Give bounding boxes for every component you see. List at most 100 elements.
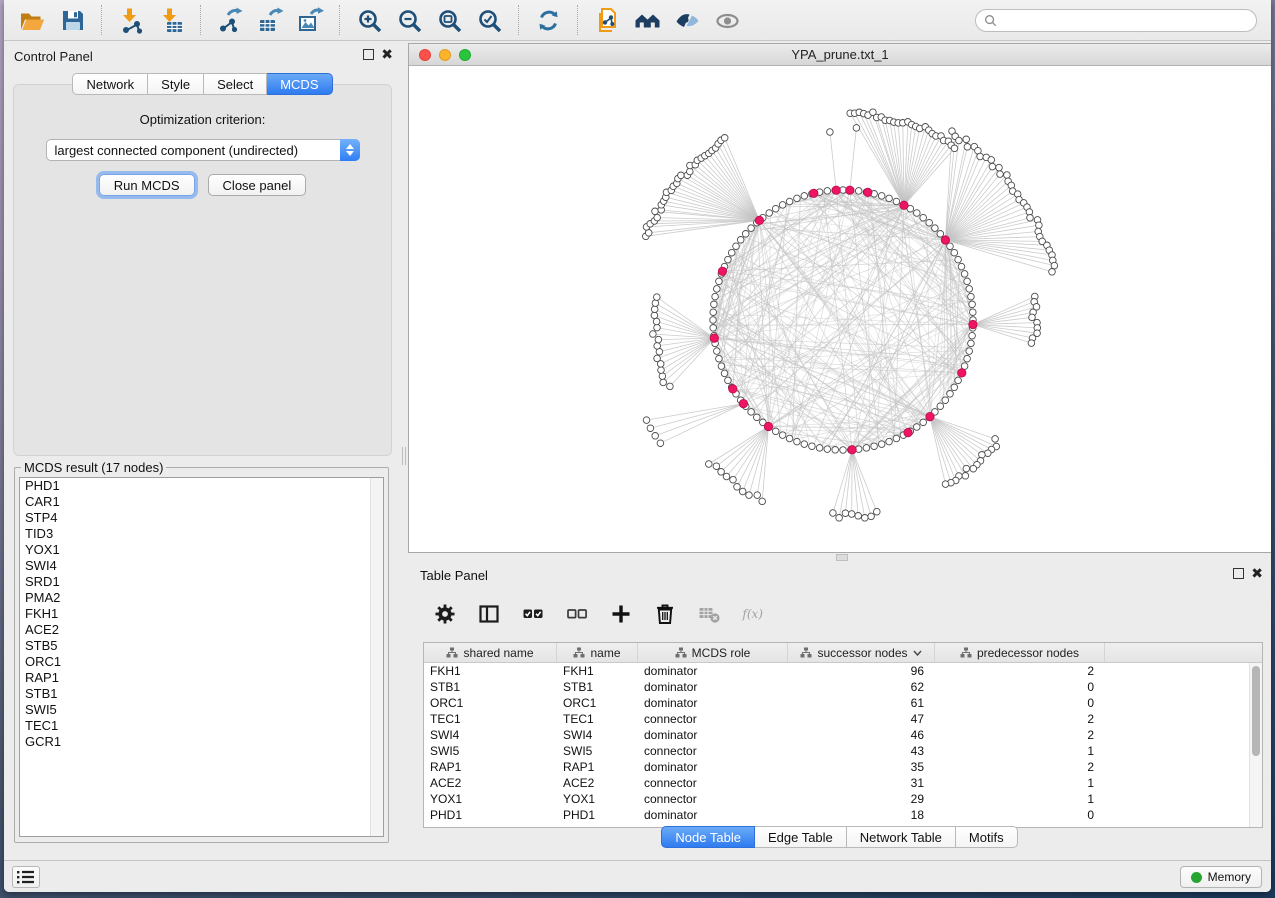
mcds-node-item[interactable]: STB5 — [20, 638, 383, 654]
float-panel-icon[interactable] — [363, 49, 374, 60]
table-cell: dominator — [638, 696, 788, 710]
mcds-node-item[interactable]: STP4 — [20, 510, 383, 526]
mcds-node-item[interactable]: SRD1 — [20, 574, 383, 590]
network-window-titlebar[interactable]: YPA_prune.txt_1 — [409, 44, 1271, 66]
toolbar-separator — [577, 5, 578, 35]
vertical-splitter[interactable] — [401, 41, 408, 860]
save-session-button[interactable] — [52, 3, 92, 37]
mcds-node-item[interactable]: STB1 — [20, 686, 383, 702]
minimize-window-icon[interactable] — [439, 49, 451, 61]
column-tree-icon — [675, 647, 687, 658]
mcds-result-list[interactable]: PHD1CAR1STP4TID3YOX1SWI4SRD1PMA2FKH1ACE2… — [19, 477, 384, 837]
mcds-node-item[interactable]: YOX1 — [20, 542, 383, 558]
search-box[interactable] — [975, 9, 1257, 32]
column-header-MCDS-role[interactable]: MCDS role — [638, 643, 788, 662]
table-row[interactable]: RAP1RAP1dominator352 — [424, 759, 1262, 775]
tab-mcds[interactable]: MCDS — [267, 73, 332, 95]
maximize-window-icon[interactable] — [459, 49, 471, 61]
column-tree-icon — [800, 647, 812, 658]
float-panel-icon[interactable] — [1233, 568, 1244, 579]
zoom-selected-button[interactable] — [469, 3, 509, 37]
tab-motifs[interactable]: Motifs — [956, 826, 1018, 848]
table-row[interactable]: SWI4SWI4dominator462 — [424, 727, 1262, 743]
optimization-criterion-select[interactable]: largest connected component (undirected) — [46, 139, 360, 161]
list-scrollbar[interactable] — [370, 478, 383, 836]
close-window-icon[interactable] — [419, 49, 431, 61]
network-view-window: YPA_prune.txt_1 — [408, 43, 1271, 553]
table-cell: SWI5 — [424, 744, 557, 758]
open-session-icon — [19, 7, 46, 34]
close-panel-icon[interactable]: ✖ — [1251, 568, 1263, 579]
column-header-successor-nodes[interactable]: successor nodes — [788, 643, 935, 662]
horizontal-splitter[interactable] — [408, 553, 1271, 562]
export-table-button[interactable] — [250, 3, 290, 37]
tab-style[interactable]: Style — [148, 73, 204, 95]
status-bar: Memory — [4, 860, 1271, 892]
settings-button[interactable] — [430, 599, 460, 629]
select-all-button[interactable] — [518, 599, 548, 629]
tab-edge-table[interactable]: Edge Table — [755, 826, 847, 848]
table-cell: ACE2 — [557, 776, 638, 790]
add-column-button[interactable] — [606, 599, 636, 629]
mcds-node-item[interactable]: GCR1 — [20, 734, 383, 750]
mcds-node-item[interactable]: TEC1 — [20, 718, 383, 734]
mcds-node-item[interactable]: ORC1 — [20, 654, 383, 670]
search-input[interactable] — [1002, 14, 1248, 28]
scrollbar-thumb[interactable] — [1252, 666, 1260, 756]
table-row[interactable]: STB1STB1dominator620 — [424, 679, 1262, 695]
table-row[interactable]: PHD1PHD1dominator180 — [424, 807, 1262, 823]
tab-select[interactable]: Select — [204, 73, 267, 95]
mcds-node-item[interactable]: SWI5 — [20, 702, 383, 718]
table-row[interactable]: ACE2ACE2connector311 — [424, 775, 1262, 791]
mcds-node-item[interactable]: PMA2 — [20, 590, 383, 606]
table-row[interactable]: YOX1YOX1connector291 — [424, 791, 1262, 807]
column-header-predecessor-nodes[interactable]: predecessor nodes — [935, 643, 1105, 662]
toggle-panel-button[interactable] — [474, 599, 504, 629]
open-session-button[interactable] — [12, 3, 52, 37]
tab-node-table[interactable]: Node Table — [661, 826, 755, 848]
mcds-node-item[interactable]: RAP1 — [20, 670, 383, 686]
table-row[interactable]: FKH1FKH1dominator962 — [424, 663, 1262, 679]
tab-network[interactable]: Network — [72, 73, 148, 95]
show-hide-navigator-icon — [634, 7, 661, 34]
table-row[interactable]: TEC1TEC1connector472 — [424, 711, 1262, 727]
mcds-node-item[interactable]: PHD1 — [20, 478, 383, 494]
status-menu-button[interactable] — [12, 866, 40, 888]
zoom-in-button[interactable] — [349, 3, 389, 37]
network-canvas[interactable] — [409, 66, 1271, 552]
mcds-node-item[interactable]: TID3 — [20, 526, 383, 542]
network-graph[interactable] — [409, 66, 1271, 552]
mcds-node-item[interactable]: FKH1 — [20, 606, 383, 622]
table-row[interactable]: SWI5SWI5connector431 — [424, 743, 1262, 759]
tab-network-table[interactable]: Network Table — [847, 826, 956, 848]
column-header-name[interactable]: name — [557, 643, 638, 662]
toggle-visual-style-button[interactable] — [667, 3, 707, 37]
export-image-button[interactable] — [290, 3, 330, 37]
delete-column-button[interactable] — [650, 599, 680, 629]
table-cell: dominator — [638, 808, 788, 822]
table-row[interactable]: ORC1ORC1dominator610 — [424, 695, 1262, 711]
memory-button[interactable]: Memory — [1180, 866, 1262, 888]
mcds-node-item[interactable]: CAR1 — [20, 494, 383, 510]
export-network-button[interactable] — [210, 3, 250, 37]
import-network-button[interactable] — [111, 3, 151, 37]
run-mcds-button[interactable]: Run MCDS — [99, 174, 195, 196]
import-table-button[interactable] — [151, 3, 191, 37]
table-cell: FKH1 — [424, 664, 557, 678]
deselect-all-button[interactable] — [562, 599, 592, 629]
zoom-out-button[interactable] — [389, 3, 429, 37]
new-network-from-selection-button[interactable] — [587, 3, 627, 37]
close-panel-icon[interactable]: ✖ — [381, 49, 393, 60]
table-cell: 0 — [935, 680, 1105, 694]
refresh-button[interactable] — [528, 3, 568, 37]
node-table: shared namenameMCDS rolesuccessor nodesp… — [423, 642, 1263, 828]
close-panel-button[interactable]: Close panel — [208, 174, 307, 196]
show-hide-navigator-button[interactable] — [627, 3, 667, 37]
mcds-node-item[interactable]: SWI4 — [20, 558, 383, 574]
table-scrollbar[interactable] — [1249, 663, 1262, 827]
show-graphics-details-button[interactable] — [707, 3, 747, 37]
column-header-shared-name[interactable]: shared name — [424, 643, 557, 662]
delete-column-icon — [653, 602, 677, 626]
zoom-fit-button[interactable] — [429, 3, 469, 37]
mcds-node-item[interactable]: ACE2 — [20, 622, 383, 638]
